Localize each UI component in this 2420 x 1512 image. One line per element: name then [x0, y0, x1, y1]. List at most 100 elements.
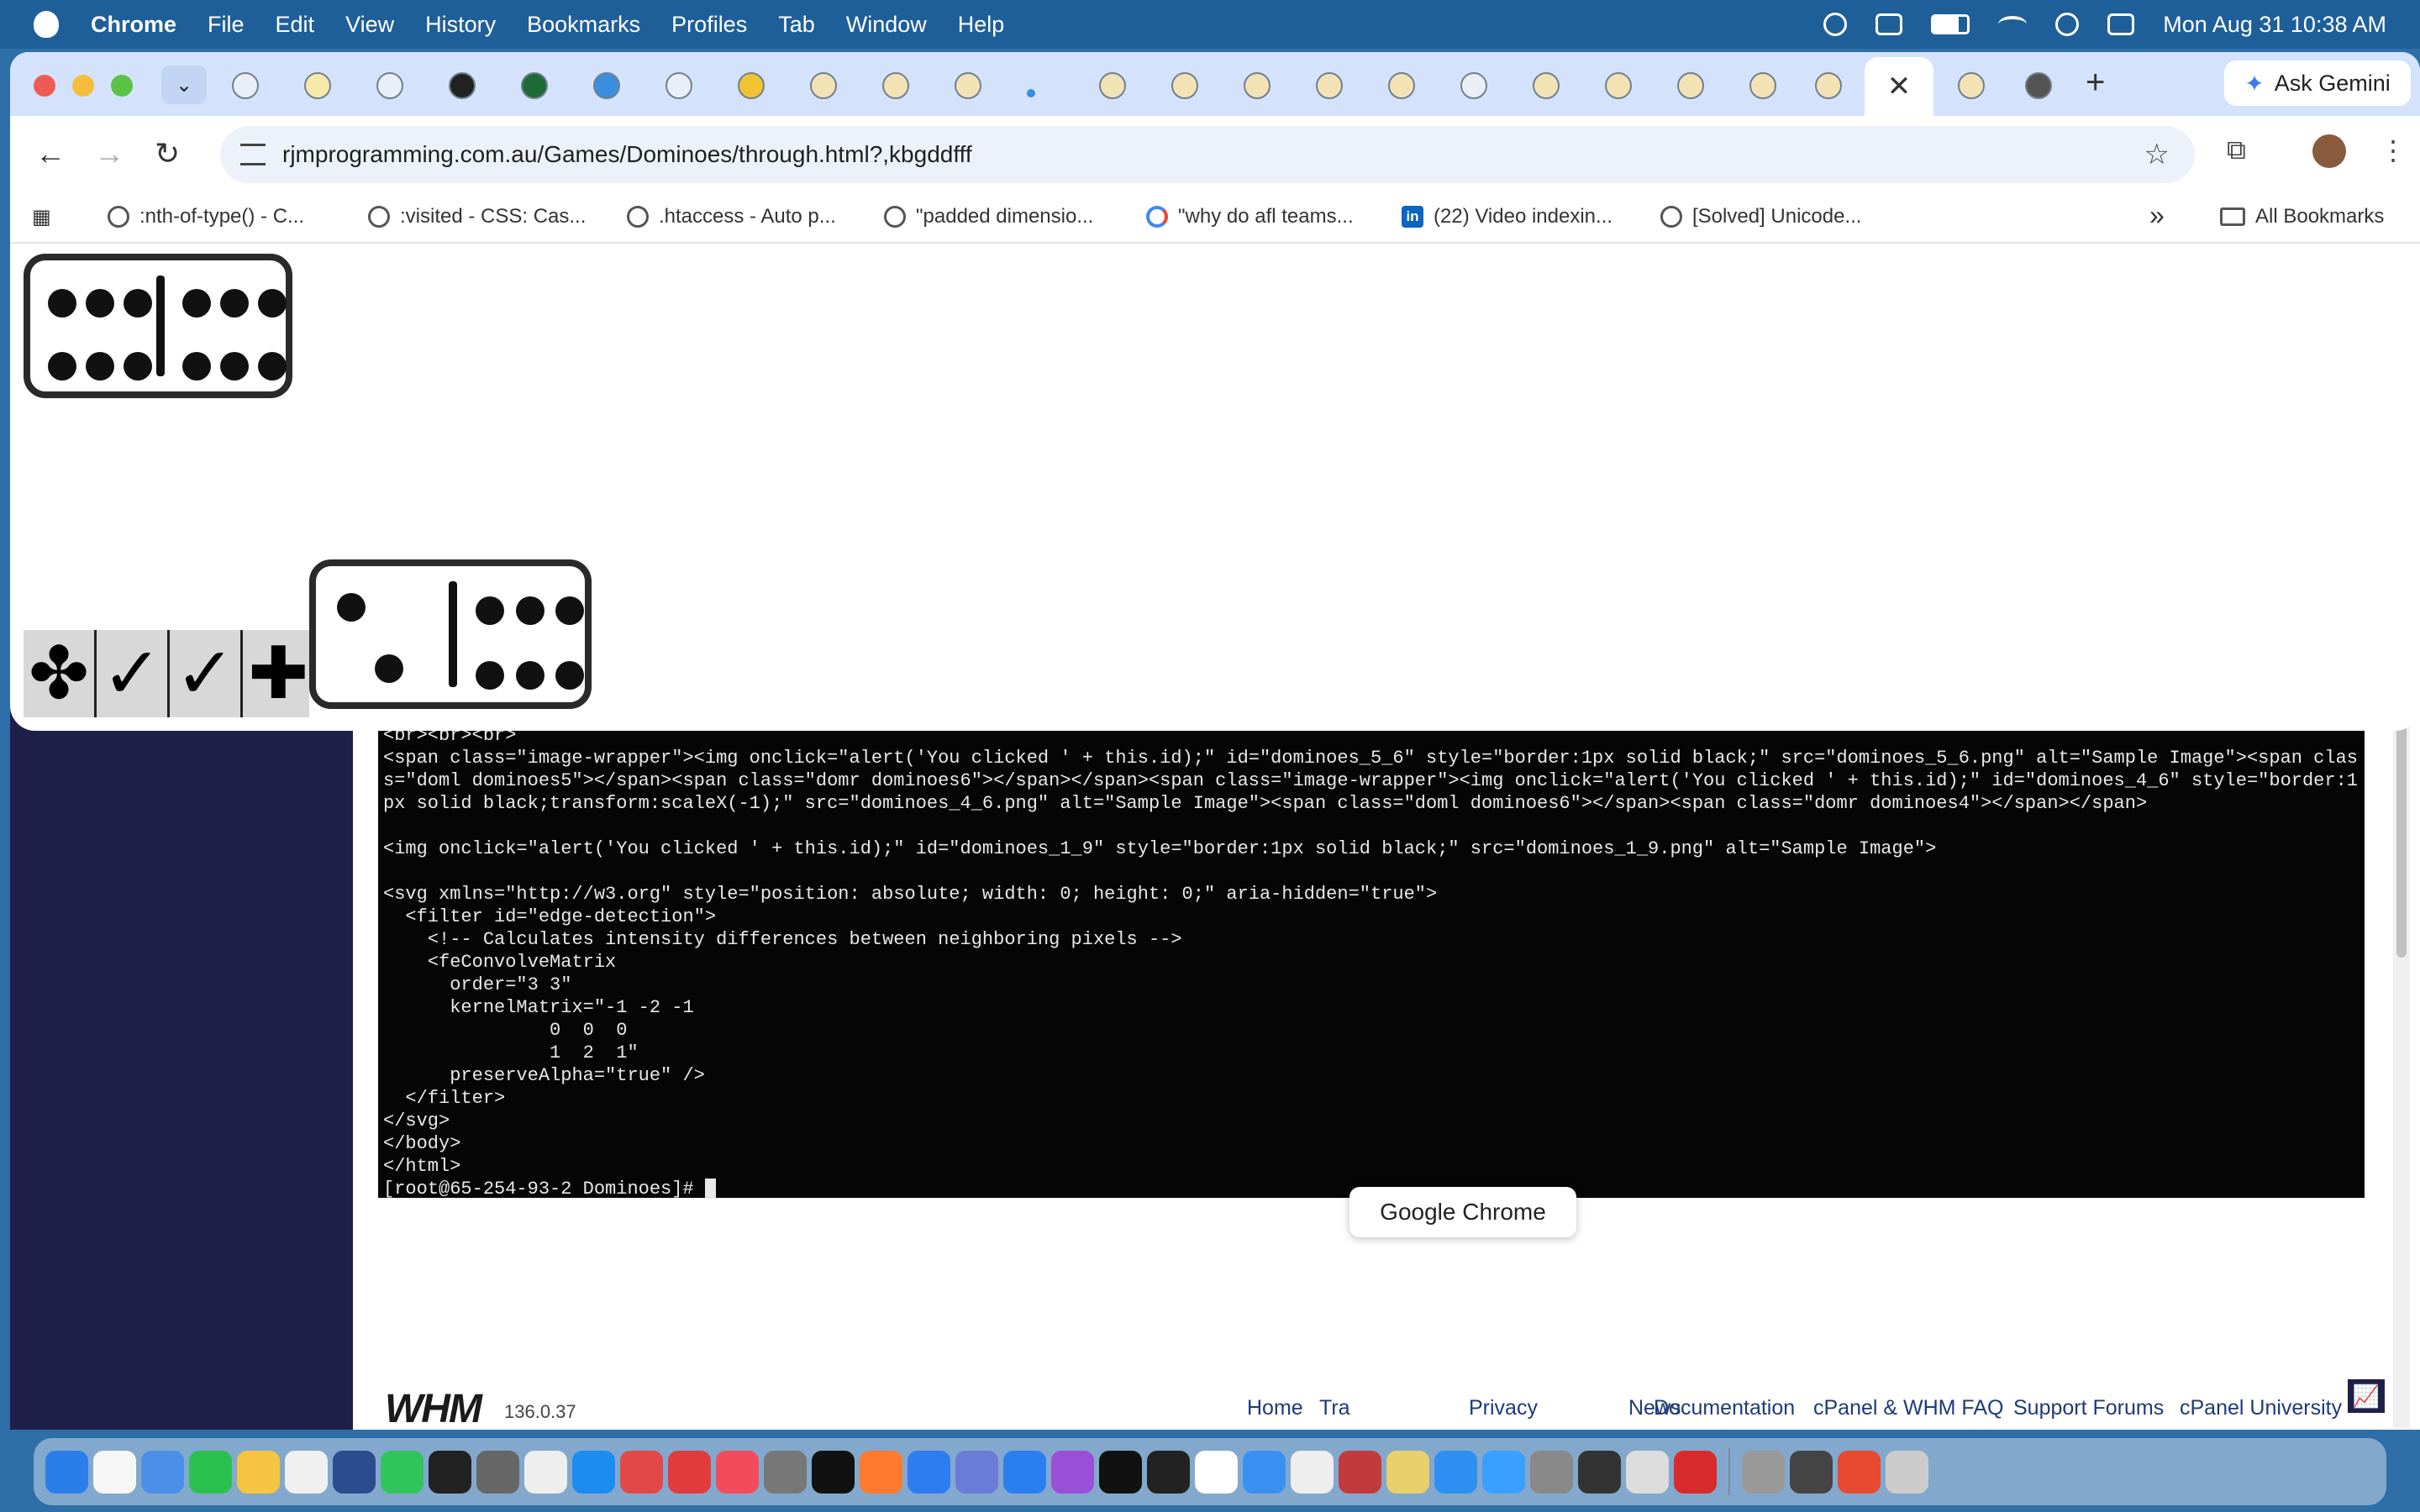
- menu-profiles[interactable]: Profiles: [671, 12, 747, 38]
- dock-app-icon[interactable]: [1051, 1450, 1094, 1494]
- tab-favicon[interactable]: [2025, 72, 2052, 99]
- dock-app-icon[interactable]: [1099, 1450, 1142, 1494]
- tab-favicon[interactable]: [1605, 72, 1632, 99]
- dock-app-icon[interactable]: [1386, 1450, 1429, 1494]
- dock-app-icon[interactable]: [429, 1450, 471, 1494]
- footer-link-documentation[interactable]: Documentation: [1654, 1396, 1795, 1420]
- apps-grid-icon[interactable]: ▦: [32, 205, 51, 229]
- tab-search-chevron-icon[interactable]: ⌄: [161, 66, 207, 104]
- bookmark-star-icon[interactable]: ☆: [2144, 138, 2170, 171]
- dock-app-icon[interactable]: [381, 1450, 424, 1494]
- tab-favicon[interactable]: [1460, 72, 1487, 99]
- all-bookmarks-button[interactable]: All Bookmarks: [2220, 205, 2384, 228]
- dock-app-icon[interactable]: [716, 1450, 759, 1494]
- bookmark-item[interactable]: in (22) Video indexin...: [1402, 205, 1612, 228]
- heavy-plus-icon[interactable]: ✚: [243, 630, 313, 717]
- check-mark-icon[interactable]: ✓: [97, 630, 171, 717]
- dock-app-icon[interactable]: [764, 1450, 807, 1494]
- tab-favicon[interactable]: [1533, 72, 1560, 99]
- dock-app-icon[interactable]: [1482, 1450, 1525, 1494]
- menu-help[interactable]: Help: [958, 12, 1005, 38]
- dock-app-icon[interactable]: [333, 1450, 376, 1494]
- footer-link-privacy[interactable]: Privacy: [1469, 1396, 1538, 1420]
- dock-app-icon[interactable]: [1578, 1450, 1621, 1494]
- domino-tile-6-6[interactable]: [24, 254, 292, 398]
- dock-app-icon[interactable]: [524, 1450, 567, 1494]
- tab-favicon[interactable]: [1388, 72, 1415, 99]
- more-bookmarks-chevron-icon[interactable]: »: [2149, 200, 2165, 231]
- dock-app-icon[interactable]: [1003, 1450, 1046, 1494]
- menu-app-chrome[interactable]: Chrome: [91, 12, 176, 38]
- menu-history[interactable]: History: [425, 12, 496, 38]
- wifi-icon[interactable]: [1998, 16, 2028, 33]
- tab-favicon[interactable]: [1171, 72, 1198, 99]
- spotlight-search-icon[interactable]: [2055, 13, 2080, 36]
- dock-app-icon[interactable]: [620, 1450, 663, 1494]
- bookmark-item[interactable]: "padded dimensio...: [884, 205, 1093, 228]
- notification-icon[interactable]: [1823, 13, 1848, 36]
- dock-app-icon[interactable]: [668, 1450, 711, 1494]
- dock-app-icon[interactable]: [45, 1450, 88, 1494]
- tab-favicon[interactable]: [232, 72, 259, 99]
- extensions-puzzle-icon[interactable]: ⧉: [2227, 134, 2246, 166]
- menu-clock[interactable]: Mon Aug 31 10:38 AM: [2163, 12, 2386, 38]
- bookmark-item[interactable]: :nth-of-type() - C...: [108, 205, 304, 228]
- footer-link-forums[interactable]: Support Forums: [2013, 1396, 2164, 1420]
- menu-view[interactable]: View: [345, 12, 394, 38]
- dock-app-icon[interactable]: [1674, 1450, 1717, 1494]
- dock-app-icon[interactable]: [141, 1450, 184, 1494]
- reload-icon[interactable]: ↻: [155, 136, 180, 171]
- forward-arrow-icon[interactable]: →: [94, 136, 124, 171]
- page-scrollbar[interactable]: [2393, 714, 2410, 1428]
- battery-icon[interactable]: [1931, 14, 1970, 34]
- active-tab[interactable]: ✕: [1865, 57, 1933, 116]
- dock-app-icon[interactable]: [955, 1450, 998, 1494]
- dock-app-icon[interactable]: [860, 1450, 902, 1494]
- tab-favicon[interactable]: [593, 72, 620, 99]
- tab-favicon[interactable]: [882, 72, 909, 99]
- dock-app-icon[interactable]: [1243, 1450, 1286, 1494]
- address-bar[interactable]: rjmprogramming.com.au/Games/Dominoes/thr…: [220, 126, 2195, 183]
- dock-app-icon[interactable]: [1530, 1450, 1573, 1494]
- tab-favicon[interactable]: [1316, 72, 1343, 99]
- footer-link-trademarks[interactable]: Tra: [1319, 1396, 1350, 1420]
- tab-favicon[interactable]: [1815, 72, 1842, 99]
- check-mark-icon[interactable]: ✓: [170, 630, 244, 717]
- menu-bookmarks[interactable]: Bookmarks: [527, 12, 640, 38]
- tab-favicon[interactable]: [1749, 72, 1776, 99]
- minimize-window-button[interactable]: [72, 75, 94, 97]
- chart-icon[interactable]: 📈: [2348, 1379, 2385, 1413]
- menu-tab[interactable]: Tab: [778, 12, 815, 38]
- tab-favicon[interactable]: [666, 72, 692, 99]
- bookmark-item[interactable]: .htaccess - Auto p...: [627, 205, 836, 228]
- dock-app-icon[interactable]: [1886, 1450, 1928, 1494]
- domino-tile-2-6[interactable]: [309, 559, 592, 709]
- terminal-output[interactable]: <br><br><br> <span class="image-wrapper"…: [378, 719, 2365, 1200]
- dock-app-icon[interactable]: [93, 1450, 136, 1494]
- menu-window[interactable]: Window: [846, 12, 927, 38]
- tab-favicon[interactable]: [521, 72, 548, 99]
- control-center-icon[interactable]: [2107, 13, 2135, 35]
- tab-favicon[interactable]: [1958, 72, 1985, 99]
- dock-app-icon[interactable]: [572, 1450, 615, 1494]
- input-source-icon[interactable]: [1876, 13, 1903, 35]
- site-info-icon[interactable]: [240, 144, 266, 165]
- four-petal-flower-icon[interactable]: ✤: [24, 630, 97, 717]
- ask-gemini-button[interactable]: ✦ Ask Gemini: [2224, 60, 2411, 106]
- tab-favicon[interactable]: [449, 72, 476, 99]
- tab-favicon[interactable]: [1027, 89, 1035, 97]
- menu-file[interactable]: File: [208, 12, 245, 38]
- zoom-window-button[interactable]: [111, 75, 133, 97]
- dock-app-icon[interactable]: [285, 1450, 328, 1494]
- dock-app-icon[interactable]: [1291, 1450, 1334, 1494]
- dock-app-icon[interactable]: [1147, 1450, 1190, 1494]
- footer-link-home[interactable]: Home: [1247, 1396, 1303, 1420]
- back-arrow-icon[interactable]: ←: [35, 136, 66, 171]
- tab-favicon[interactable]: [376, 72, 403, 99]
- profile-avatar[interactable]: [2312, 134, 2346, 168]
- dock-app-icon[interactable]: [476, 1450, 519, 1494]
- chrome-menu-icon[interactable]: ⋮: [2380, 134, 2407, 166]
- bookmark-item[interactable]: "why do afl teams...: [1146, 205, 1354, 228]
- tab-favicon[interactable]: [810, 72, 837, 99]
- bookmark-item[interactable]: :visited - CSS: Cas...: [368, 205, 586, 228]
